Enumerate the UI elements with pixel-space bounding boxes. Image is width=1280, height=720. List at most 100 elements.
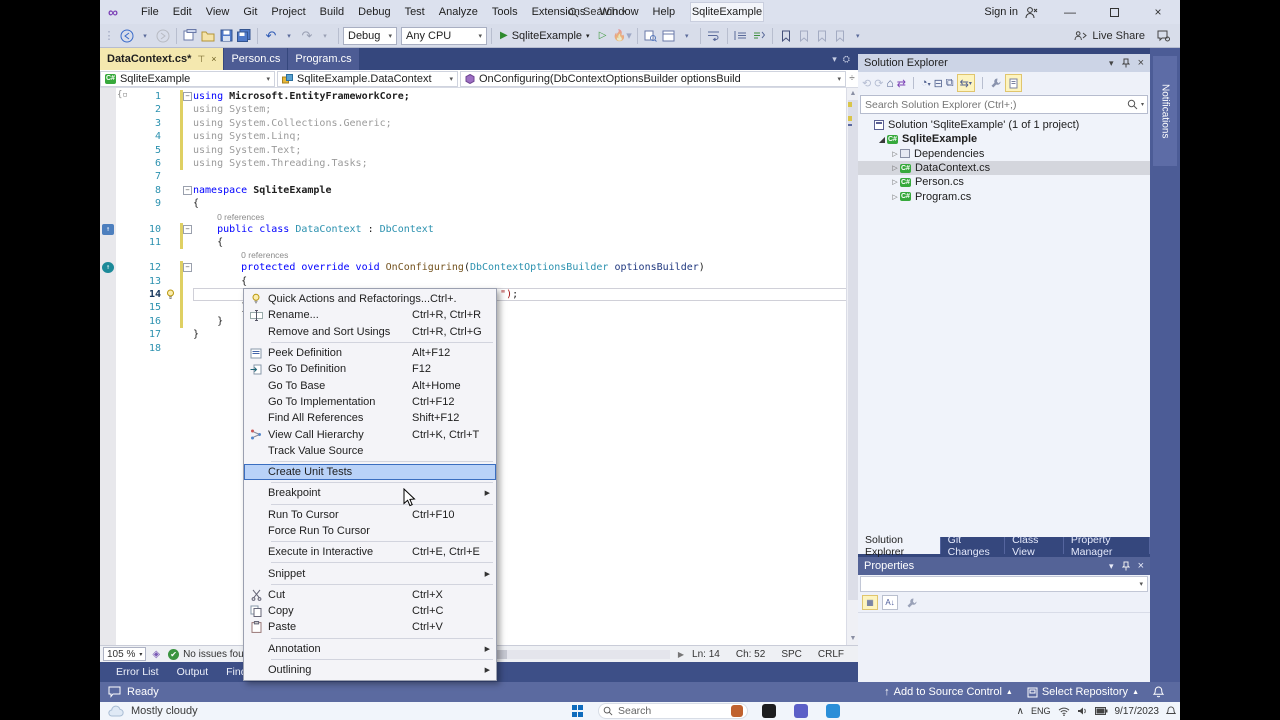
window-position-dropdown-icon[interactable]: ▾ — [1109, 58, 1114, 69]
doc-tab-datacontextcs[interactable]: DataContext.cs* ⊤ × — [100, 48, 224, 70]
context-menu-item-quick-actions-and-refactorings[interactable]: Quick Actions and Refactorings... Ctrl+. — [244, 291, 496, 307]
solution-explorer-search[interactable]: ▾ — [860, 95, 1148, 114]
close-icon[interactable]: × — [1138, 57, 1144, 69]
code-line-4[interactable]: 4 using System.Linq; — [100, 130, 858, 144]
toolbar-options-overflow[interactable]: ▾ — [850, 27, 866, 45]
open-file-button[interactable] — [200, 27, 216, 45]
breakpoint-margin[interactable] — [100, 301, 132, 314]
home-icon[interactable]: ⌂ — [886, 76, 893, 90]
tree-expand-arrow[interactable]: ▷ — [890, 164, 900, 172]
context-menu-item-outlining[interactable]: Outlining ▶ — [244, 662, 496, 678]
properties-header[interactable]: Properties ▾ × — [858, 557, 1150, 575]
tool-tab-class-view[interactable]: Class View — [1005, 534, 1064, 558]
breakpoint-margin[interactable] — [100, 275, 132, 288]
language-indicator[interactable]: ENG — [1031, 706, 1051, 716]
maximize-button[interactable] — [1092, 0, 1136, 24]
menu-help[interactable]: Help — [646, 0, 683, 24]
context-menu-item-copy[interactable]: Copy Ctrl+C — [244, 603, 496, 619]
context-menu-item-remove-and-sort-usings[interactable]: Remove and Sort Usings Ctrl+R, Ctrl+G — [244, 324, 496, 340]
bookmark-next-icon[interactable] — [814, 27, 830, 45]
redo-button[interactable]: ↷ — [299, 27, 315, 45]
feedback-bubble-icon[interactable] — [108, 686, 121, 698]
bookmark-clear-icon[interactable] — [832, 27, 848, 45]
document-health-icon[interactable]: ◈ — [152, 649, 160, 660]
feedback-icon[interactable] — [1157, 30, 1170, 42]
chevron-down-icon[interactable]: ▾ — [832, 54, 837, 65]
wrench-icon[interactable] — [990, 77, 1002, 89]
sign-in-link[interactable]: Sign in — [984, 6, 1018, 18]
save-all-button[interactable] — [236, 27, 252, 45]
close-icon[interactable]: × — [211, 54, 216, 64]
bell-icon[interactable] — [1153, 686, 1164, 698]
menu-debug[interactable]: Debug — [351, 0, 397, 24]
tree-item-solution-sqliteexample-1-of-1-project[interactable]: Solution 'SqliteExample' (1 of 1 project… — [858, 118, 1150, 132]
fold-collapse-box[interactable]: − — [183, 92, 192, 101]
user-icon[interactable] — [1024, 6, 1038, 19]
code-line-11[interactable]: 11 { — [100, 235, 858, 250]
code-line-5[interactable]: 5 using System.Text; — [100, 143, 858, 157]
navbar-type-dropdown[interactable]: SqliteExample.DataContext ▾ — [277, 71, 458, 87]
context-menu-item-rename[interactable]: Rename... Ctrl+R, Ctrl+R — [244, 307, 496, 323]
undo-button[interactable]: ↶ — [263, 27, 279, 45]
tree-item-person-cs[interactable]: ▷ C# Person.cs — [858, 175, 1150, 189]
start-without-debugging-button[interactable]: ▷ — [595, 27, 611, 45]
notifications-tab[interactable]: Notifications — [1153, 56, 1177, 166]
scrollbar-thumb[interactable] — [848, 100, 858, 600]
show-all-files-toggle[interactable] — [1004, 74, 1022, 92]
live-share-button[interactable]: Live Share — [1092, 30, 1145, 42]
lightbulb-icon[interactable] — [165, 289, 176, 300]
navigate-back-dropdown[interactable]: ▾ — [137, 27, 153, 45]
context-menu-item-annotation[interactable]: Annotation ▶ — [244, 641, 496, 657]
context-menu-item-view-call-hierarchy[interactable]: View Call Hierarchy Ctrl+K, Ctrl+T — [244, 426, 496, 442]
navigate-back-button[interactable] — [119, 27, 135, 45]
breakpoint-margin[interactable]: ↑ — [100, 261, 132, 274]
taskbar-app-teams-icon[interactable] — [794, 704, 808, 718]
bookmark-icon[interactable] — [778, 27, 794, 45]
gear-icon[interactable]: ⛭ — [843, 54, 850, 65]
context-menu-item-cut[interactable]: Cut Ctrl+X — [244, 587, 496, 603]
forward-icon[interactable]: ⟳ — [874, 77, 883, 90]
tree-expand-arrow[interactable]: ▷ — [890, 178, 900, 186]
toolbar-overflow[interactable]: ▾ — [679, 27, 695, 45]
menu-view[interactable]: View — [199, 0, 237, 24]
window-position-dropdown-icon[interactable]: ▾ — [1109, 561, 1114, 572]
hot-reload-button[interactable]: 🔥▾ — [613, 27, 632, 45]
alphabetical-icon[interactable]: A↓ — [882, 595, 898, 610]
bottom-tab-error-list[interactable]: Error List — [108, 662, 167, 682]
window-layout-icon[interactable] — [661, 27, 677, 45]
context-menu-item-find-all-references[interactable]: Find All References Shift+F12 — [244, 410, 496, 426]
context-menu-item-track-value-source[interactable]: Track Value Source — [244, 443, 496, 459]
menu-file[interactable]: File — [134, 0, 166, 24]
start-debugging-button[interactable]: ▶ SqliteExample ▾ — [496, 26, 594, 46]
menu-project[interactable]: Project — [264, 0, 312, 24]
bookmark-prev-icon[interactable] — [796, 27, 812, 45]
context-menu-item-force-run-to-cursor[interactable]: Force Run To Cursor — [244, 523, 496, 539]
search-options-dropdown[interactable]: ▾ — [1141, 101, 1144, 108]
solution-name-pill[interactable]: SqliteExample — [690, 2, 764, 22]
battery-icon[interactable] — [1094, 707, 1108, 715]
breakpoint-margin[interactable] — [100, 328, 132, 341]
breakpoint-margin[interactable]: ↑ — [100, 223, 132, 236]
code-line-2[interactable]: 2 using System; — [100, 103, 858, 117]
context-menu-item-run-to-cursor[interactable]: Run To Cursor Ctrl+F10 — [244, 507, 496, 523]
breakpoint-margin[interactable] — [100, 315, 132, 328]
menu-build[interactable]: Build — [313, 0, 351, 24]
solution-explorer-search-input[interactable] — [861, 98, 1127, 111]
context-menu-item-go-to-base[interactable]: Go To Base Alt+Home — [244, 377, 496, 393]
tree-item-dependencies[interactable]: ▷ Dependencies — [858, 147, 1150, 161]
taskbar-search[interactable]: Search — [598, 703, 748, 719]
tree-item-program-cs[interactable]: ▷ C# Program.cs — [858, 189, 1150, 203]
zoom-level-dropdown[interactable]: 105 % ▾ — [103, 647, 147, 661]
tree-item-sqliteexample[interactable]: ◢ C# SqliteExample — [858, 132, 1150, 146]
pin-icon[interactable]: ⊤ — [197, 54, 205, 65]
breakpoint-margin[interactable] — [100, 157, 132, 170]
search-icon[interactable] — [1127, 99, 1138, 110]
undo-dropdown[interactable]: ▾ — [281, 27, 297, 45]
breakpoint-margin[interactable] — [100, 117, 132, 130]
context-menu-item-paste[interactable]: Paste Ctrl+V — [244, 619, 496, 635]
breakpoint-margin[interactable] — [100, 170, 132, 183]
collapse-all-icon[interactable]: ⊟ — [934, 77, 943, 90]
codelens-row[interactable]: 0 references — [100, 249, 858, 261]
categorized-icon[interactable]: ▦ — [862, 595, 878, 610]
menu-tools[interactable]: Tools — [485, 0, 525, 24]
